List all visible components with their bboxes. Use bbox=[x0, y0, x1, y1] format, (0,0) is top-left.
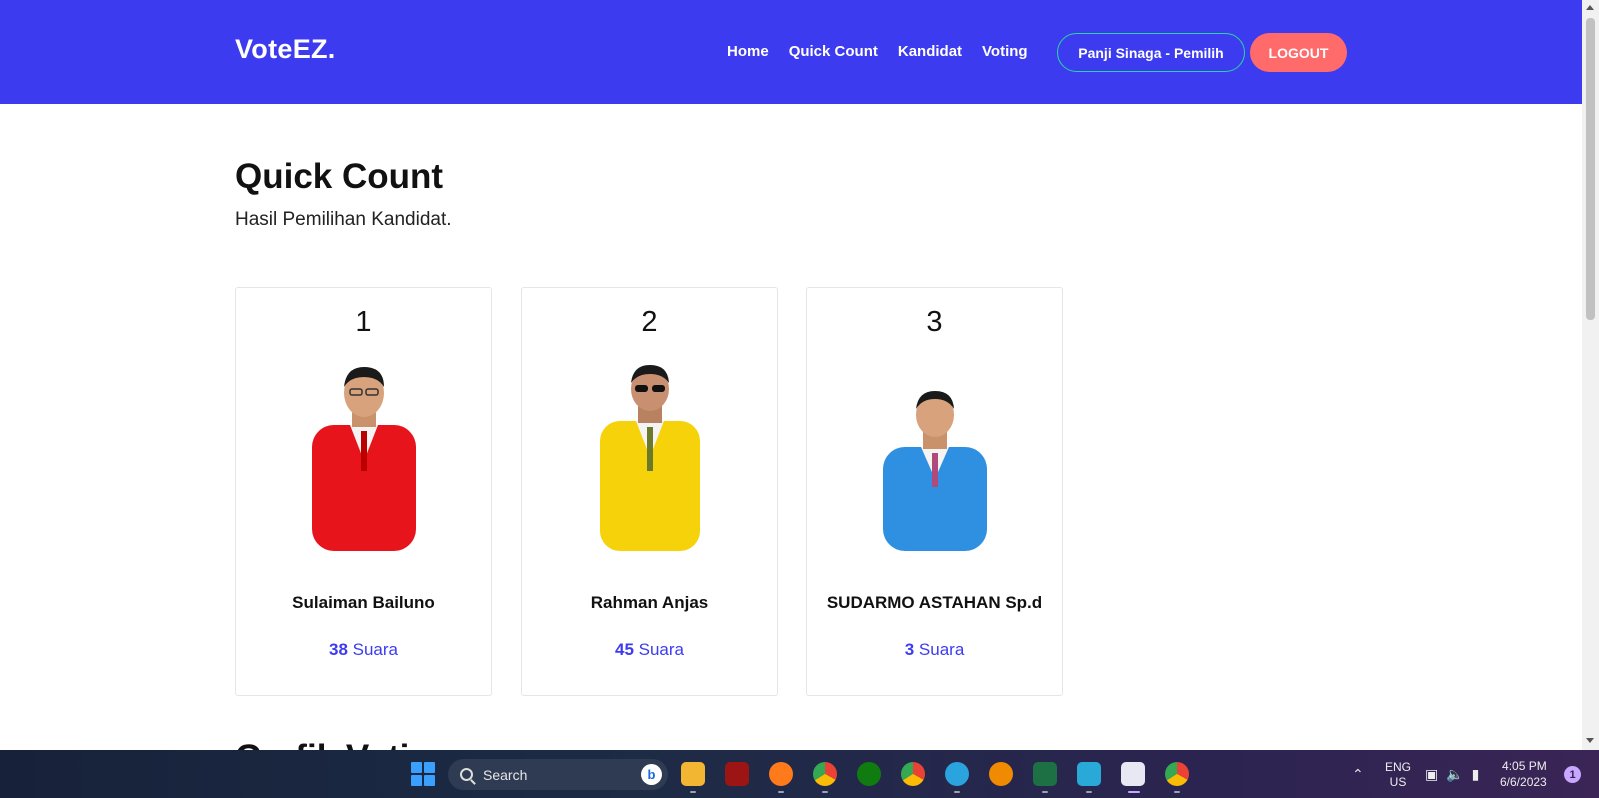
scroll-thumb[interactable] bbox=[1586, 18, 1595, 320]
firefox-icon[interactable] bbox=[769, 762, 793, 786]
clock-time: 4:05 PM bbox=[1502, 759, 1547, 773]
windows-start-icon[interactable] bbox=[411, 762, 435, 786]
system-tray[interactable]: ▣ 🔈 ▮ bbox=[1425, 766, 1479, 783]
network-icon[interactable]: ▣ bbox=[1425, 766, 1438, 783]
page-subtitle: Hasil Pemilihan Kandidat. bbox=[235, 209, 452, 230]
candidate-card-1: 1 Sulaiman Bailuno 38 Suara bbox=[235, 287, 492, 696]
search-placeholder: Search bbox=[483, 766, 528, 783]
app-red-icon[interactable] bbox=[725, 762, 749, 786]
language-region: US bbox=[1389, 775, 1407, 789]
candidate-number: 1 bbox=[355, 306, 372, 338]
nav-quick-count[interactable]: Quick Count bbox=[789, 43, 878, 60]
system-clock[interactable]: 4:05 PM 6/6/2023 bbox=[1500, 758, 1547, 790]
file-explorer-icon[interactable] bbox=[681, 762, 705, 786]
page-scrollbar[interactable] bbox=[1582, 0, 1599, 750]
language-indicator[interactable]: ENG US bbox=[1385, 760, 1411, 790]
candidate-photo bbox=[883, 391, 987, 551]
search-icon bbox=[460, 768, 473, 781]
candidate-votes: 3 Suara bbox=[807, 640, 1062, 660]
browser-viewport: VoteEZ. Home Quick Count Kandidat Voting… bbox=[0, 0, 1599, 750]
candidate-name: Rahman Anjas bbox=[590, 593, 709, 612]
vote-unit: Suara bbox=[352, 640, 399, 659]
vote-count: 38 bbox=[328, 640, 348, 659]
vote-count: 45 bbox=[614, 640, 634, 659]
remote-icon[interactable] bbox=[1077, 762, 1101, 786]
candidate-name: SUDARMO ASTAHAN Sp.d bbox=[826, 593, 1043, 612]
vote-count: 3 bbox=[904, 640, 915, 659]
vote-unit: Suara bbox=[638, 640, 685, 659]
candidate-number: 3 bbox=[926, 306, 943, 338]
candidate-votes: 45 Suara bbox=[522, 640, 777, 660]
candidate-votes: 38 Suara bbox=[236, 640, 491, 660]
bing-icon[interactable]: b bbox=[641, 764, 662, 785]
candidate-photo bbox=[312, 367, 416, 551]
snipping-tool-icon[interactable] bbox=[1121, 762, 1145, 786]
brand-logo[interactable]: VoteEZ. bbox=[235, 34, 336, 65]
telegram-icon[interactable] bbox=[945, 762, 969, 786]
candidate-number: 2 bbox=[641, 306, 658, 338]
candidate-card-3: 3 SUDARMO ASTAHAN Sp.d 3 Suara bbox=[806, 287, 1063, 696]
xbox-icon[interactable] bbox=[857, 762, 881, 786]
scroll-down-icon[interactable] bbox=[1586, 738, 1594, 743]
clock-date: 6/6/2023 bbox=[1500, 775, 1547, 789]
taskbar-search-input[interactable]: Search b bbox=[448, 759, 668, 790]
candidate-name: Sulaiman Bailuno bbox=[292, 593, 435, 612]
user-profile-button[interactable]: Panji Sinaga - Pemilih bbox=[1057, 33, 1245, 72]
chrome-icon[interactable] bbox=[901, 762, 925, 786]
nav-kandidat[interactable]: Kandidat bbox=[898, 43, 962, 60]
section-title-grafik: Grafik Voting bbox=[235, 738, 452, 750]
logout-button[interactable]: LOGOUT bbox=[1250, 33, 1347, 72]
navbar: VoteEZ. Home Quick Count Kandidat Voting… bbox=[0, 0, 1582, 104]
nav-voting[interactable]: Voting bbox=[982, 43, 1028, 60]
scroll-up-icon[interactable] bbox=[1586, 5, 1594, 10]
nav-links: Home Quick Count Kandidat Voting bbox=[727, 43, 1028, 60]
search-app-icon[interactable] bbox=[989, 762, 1013, 786]
battery-icon[interactable]: ▮ bbox=[1472, 766, 1480, 783]
excel-icon[interactable] bbox=[1033, 762, 1057, 786]
chevron-up-icon[interactable]: ⌃ bbox=[1352, 766, 1364, 783]
candidate-photo bbox=[600, 365, 700, 551]
chrome-icon[interactable] bbox=[1165, 762, 1189, 786]
volume-icon[interactable]: 🔈 bbox=[1446, 766, 1463, 783]
candidate-card-2: 2 Rahman Anjas 45 Suara bbox=[521, 287, 778, 696]
nav-home[interactable]: Home bbox=[727, 43, 769, 60]
language-code: ENG bbox=[1385, 760, 1412, 774]
page-title: Quick Count bbox=[235, 157, 444, 196]
notification-badge[interactable]: 1 bbox=[1564, 766, 1581, 783]
chrome-icon[interactable] bbox=[813, 762, 837, 786]
vote-unit: Suara bbox=[918, 640, 965, 659]
